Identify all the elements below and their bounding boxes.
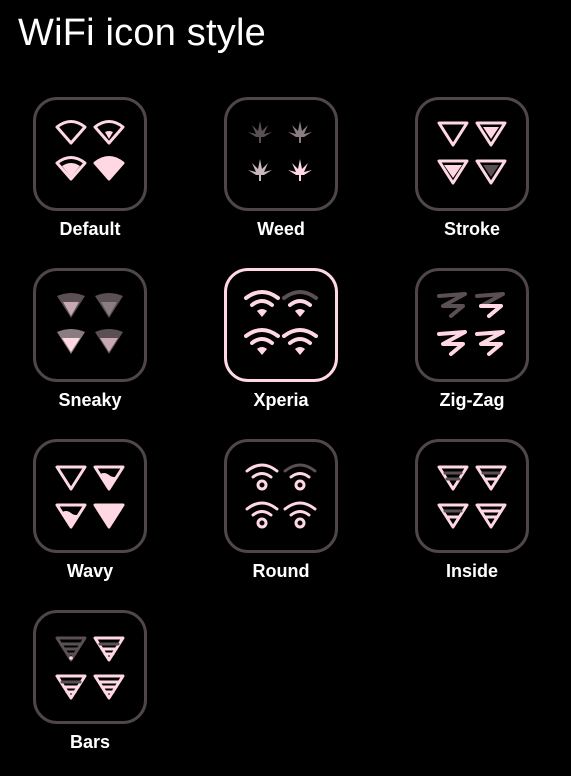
- triangle-outline-icon: [437, 121, 507, 185]
- style-option-label: Bars: [69, 732, 111, 752]
- style-option-wavy[interactable]: Wavy: [12, 439, 172, 605]
- style-option-sneaky[interactable]: Sneaky: [12, 268, 172, 434]
- style-option-label: Wavy: [66, 561, 114, 581]
- style-option-weed[interactable]: Weed: [203, 97, 363, 263]
- style-option-label: Stroke: [443, 219, 501, 239]
- style-option-bars[interactable]: Bars: [12, 610, 172, 776]
- style-option-round-frame: [224, 439, 338, 553]
- style-option-inside-frame: [415, 439, 529, 553]
- wifi-round-icon: [245, 463, 317, 529]
- style-option-weed-frame: [224, 97, 338, 211]
- style-option-label: Inside: [445, 561, 498, 581]
- style-option-wavy-frame: [33, 439, 147, 553]
- style-option-round[interactable]: Round: [203, 439, 363, 605]
- style-option-xperia[interactable]: Xperia: [203, 268, 363, 434]
- style-option-stroke-frame: [415, 97, 529, 211]
- inside-triangle-icon: [437, 465, 507, 529]
- style-option-default[interactable]: Default: [12, 97, 172, 263]
- bars-triangle-icon: [55, 636, 125, 700]
- wavy-triangle-icon: [55, 465, 125, 529]
- wifi-wedge-icon: [55, 120, 125, 181]
- faded-triangle-icon: [57, 293, 123, 354]
- style-option-zigzag-frame: [415, 268, 529, 382]
- style-option-sneaky-frame: [33, 268, 147, 382]
- style-option-label: Default: [59, 219, 121, 239]
- style-option-inside[interactable]: Inside: [394, 439, 554, 605]
- style-option-label: Sneaky: [58, 390, 122, 410]
- style-option-bars-frame: [33, 610, 147, 724]
- style-option-default-frame: [33, 97, 147, 211]
- style-option-label: Weed: [257, 219, 305, 239]
- style-option-label: Xperia: [253, 390, 309, 410]
- style-option-zigzag[interactable]: Zig-Zag: [394, 268, 554, 434]
- icon-style-grid: Default Weed Stroke Sneaky Xperia Zig-Za…: [0, 0, 571, 763]
- style-option-stroke[interactable]: Stroke: [394, 97, 554, 263]
- wifi-arcs-icon: [244, 290, 318, 355]
- leaf-icon: [248, 121, 312, 181]
- style-option-xperia-frame: [224, 268, 338, 382]
- zigzag-icon: [437, 292, 505, 356]
- style-option-label: Zig-Zag: [439, 390, 505, 410]
- style-option-label: Round: [252, 561, 310, 581]
